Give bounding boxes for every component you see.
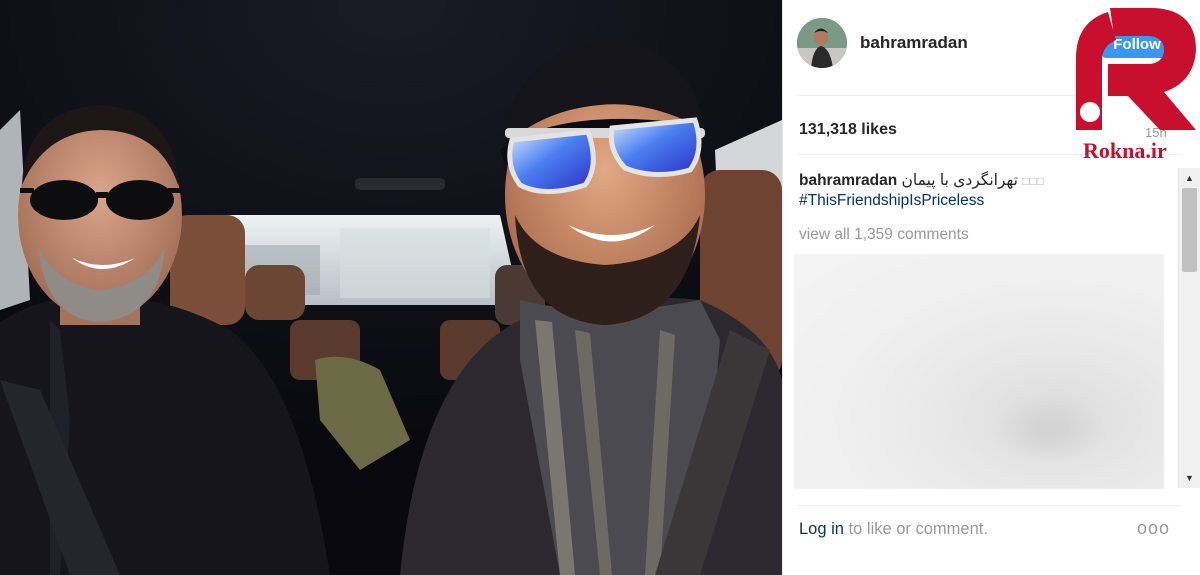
caption-emoji: □□□	[1022, 174, 1045, 188]
caption-text: تهرانگردی با پیمان	[901, 172, 1019, 189]
caption-hashtag[interactable]: #ThisFriendshipIsPriceless	[799, 192, 984, 210]
header-divider	[797, 95, 1102, 96]
login-prompt: Log in to like or comment.	[799, 520, 988, 539]
triangle-down-icon[interactable]: ▼	[1179, 470, 1200, 486]
scrollbar-thumb[interactable]	[1182, 188, 1197, 272]
likes-count[interactable]: 131,318 likes	[799, 121, 897, 139]
comments-scrollbar[interactable]: ▲ ▼	[1178, 168, 1200, 488]
caption-username[interactable]: bahramradan	[799, 172, 897, 189]
selfie-photo-illustration	[0, 0, 782, 575]
avatar-image	[797, 18, 847, 68]
post-caption: bahramradan تهرانگردی با پیمان □□□	[799, 170, 1179, 192]
watermark-text: Rokna.ir	[1083, 138, 1167, 163]
login-suffix: to like or comment.	[843, 520, 988, 538]
triangle-up-icon[interactable]: ▲	[1179, 170, 1200, 186]
login-link[interactable]: Log in	[799, 520, 844, 538]
post-photo[interactable]	[0, 0, 782, 575]
post-username[interactable]: bahramradan	[860, 33, 968, 53]
view-all-comments-link[interactable]: view all 1,359 comments	[799, 226, 969, 244]
footer-divider	[797, 505, 1182, 506]
panel-divider	[782, 0, 783, 575]
more-options-icon[interactable]: ooo	[1137, 518, 1170, 539]
profile-avatar[interactable]	[797, 18, 847, 68]
blurred-comments	[794, 254, 1164, 489]
